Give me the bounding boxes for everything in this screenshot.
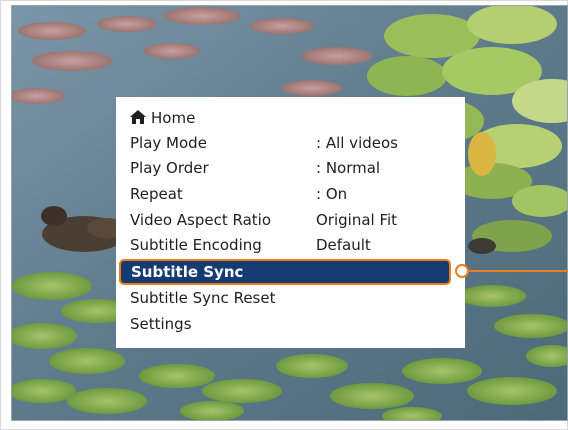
menu-item-label: Subtitle Encoding: [130, 236, 262, 254]
menu-item-video-aspect-ratio[interactable]: Video Aspect Ratio Original Fit: [130, 208, 450, 232]
menu-item-label: Repeat: [130, 185, 183, 203]
player-settings-menu: Home Play Mode : All videos Play Order :…: [116, 97, 465, 348]
menu-item-label: Subtitle Sync: [131, 263, 244, 281]
menu-item-label: Video Aspect Ratio: [130, 211, 272, 229]
menu-item-play-mode[interactable]: Play Mode : All videos: [130, 131, 450, 155]
menu-item-label: Subtitle Sync Reset: [130, 289, 276, 307]
menu-item-value: : On: [316, 185, 348, 203]
menu-item-subtitle-sync[interactable]: Subtitle Sync: [119, 259, 451, 285]
menu-item-value: : All videos: [316, 134, 398, 152]
menu-item-value: Default: [316, 236, 371, 254]
menu-item-home[interactable]: Home: [130, 106, 450, 130]
menu-item-repeat[interactable]: Repeat : On: [130, 182, 450, 206]
menu-item-label: Play Order: [130, 159, 209, 177]
menu-item-value: Original Fit: [316, 211, 398, 229]
menu-item-label: Play Mode: [130, 134, 207, 152]
menu-item-label: Settings: [130, 315, 192, 333]
callout-line: [466, 270, 568, 272]
menu-item-play-order[interactable]: Play Order : Normal: [130, 156, 450, 180]
home-icon: [130, 110, 146, 124]
menu-item-value: : Normal: [316, 159, 381, 177]
home-label: Home: [151, 109, 196, 127]
menu-item-subtitle-sync-reset[interactable]: Subtitle Sync Reset: [130, 286, 450, 310]
menu-item-settings[interactable]: Settings: [130, 312, 450, 336]
menu-item-subtitle-encoding[interactable]: Subtitle Encoding Default: [130, 233, 450, 257]
callout-marker: [455, 264, 469, 278]
